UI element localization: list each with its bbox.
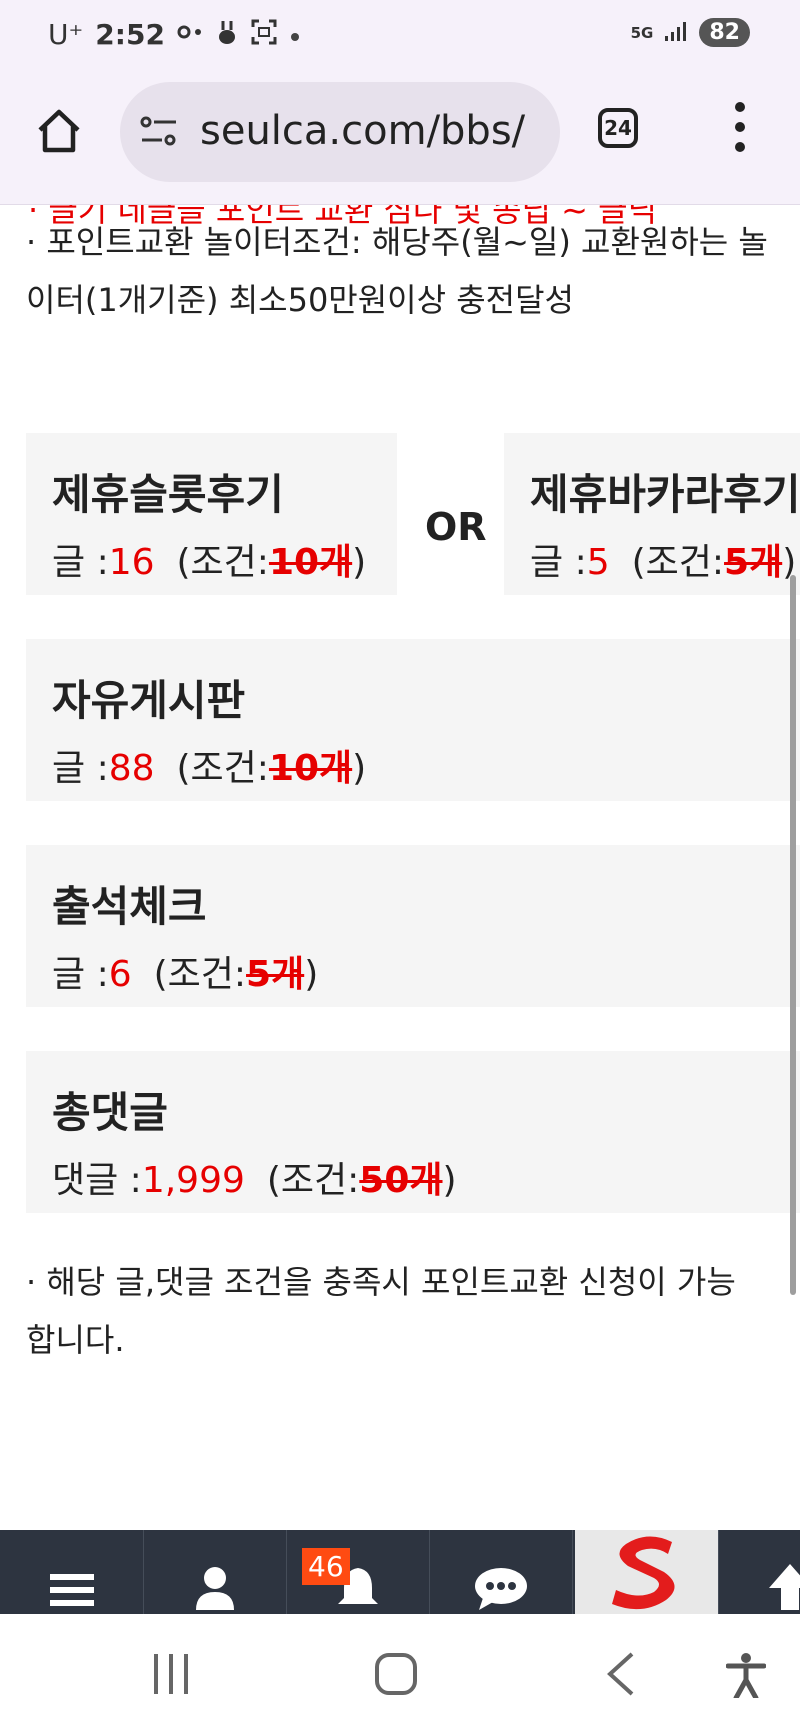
screenshot-icon [251,19,277,51]
browser-toolbar: seulca.com/bbs/ 24 [0,74,800,205]
page-content: · 글기 네글을 포인트 교환 심나 및 송딥 ~ 글닉 · 포인트교환 놀이터… [0,205,800,1530]
condition-close: ) [352,748,367,789]
home-button[interactable] [34,106,84,156]
condition-value: 5개 [246,954,305,995]
status-bar-right: 5G 82 [631,18,750,47]
arrow-up-icon [768,1564,800,1610]
signal-icon [663,20,689,46]
condition-open: (조건: [176,748,269,789]
board-card-total-comments: 총댓글 댓글 :1,999 (조건:50개) [26,1051,800,1213]
carrier-label: U⁺ [48,18,84,51]
count-prefix: 댓글 : [52,1160,142,1201]
tab-count: 24 [604,116,632,140]
home-icon [38,109,80,153]
post-count: 6 [108,954,132,995]
footer-note-line-1: · 해당 글,댓글 조건을 충족시 포인트교환 신청이 가능 [26,1263,736,1301]
profile-button[interactable] [143,1530,287,1614]
condition-close: ) [304,954,319,995]
notification-dot-icon [289,21,301,49]
board-title: 제휴슬롯후기 [52,470,284,519]
exchange-condition-line-2: 이터(1개기준) 최소50만원이상 충전달성 [26,281,574,319]
accessibility-icon [725,1653,767,1701]
condition-value: 50개 [359,1160,443,1201]
board-title: 자유게시판 [52,676,246,725]
menu-icon [49,1574,94,1606]
condition-value: 10개 [268,748,353,789]
user-icon [195,1567,234,1610]
board-title: 총댓글 [52,1088,168,1137]
accessibility-button[interactable] [725,1652,767,1701]
back-chevron-icon [607,1652,634,1696]
footer-note-line-2: 합니다. [26,1321,125,1359]
back-button[interactable] [606,1652,636,1698]
board-count-line: 댓글 :1,999 (조건:50개) [52,1151,457,1203]
board-count-line: 글 :5 (조건:5개) [530,533,796,585]
board-title: 제휴바카라후기 [530,470,800,519]
system-nav-bar [0,1614,800,1734]
condition-close: ) [442,1160,457,1201]
notification-badge: 46 [302,1548,350,1585]
count-prefix: 글 : [530,542,587,583]
board-card-slot-review: 제휴슬롯후기 글 :16 (조건:10개) [26,433,397,595]
or-label: OR [425,505,487,549]
chat-button[interactable] [429,1530,573,1614]
board-count-line: 글 :16 (조건:10개) [52,533,366,585]
address-bar[interactable]: seulca.com/bbs/ [120,82,560,182]
condition-value: 10개 [268,542,353,583]
condition-open: (조건: [153,954,247,995]
condition-open: (조건: [631,542,725,583]
menu-button[interactable] [0,1530,144,1614]
board-card-free-board: 자유게시판 글 :88 (조건:10개) [26,639,800,801]
tab-switcher-button[interactable]: 24 [598,108,638,148]
board-card-baccarat-review: 제휴바카라후기 글 :5 (조건:5개) [504,433,800,595]
site-settings-icon[interactable] [140,114,178,148]
network-5g-label: 5G [630,23,654,42]
condition-close: ) [352,542,367,583]
home-square-icon [375,1653,417,1695]
condition-open: (조건: [266,1160,360,1201]
board-count-line: 글 :88 (조건:10개) [52,739,366,791]
rabbit-icon [217,19,239,51]
more-dot [735,122,745,132]
condition-open: (조건: [176,542,269,583]
more-dot [735,102,745,112]
board-count-line: 글 :6 (조건:5개) [52,945,318,997]
site-bottom-nav: 46 [0,1530,800,1614]
exchange-condition-line-1: · 포인트교환 놀이터조건: 해당주(월~일) 교환원하는 놀 [26,223,768,261]
board-title: 출석체크 [52,882,207,931]
post-count: 16 [108,542,155,583]
count-prefix: 글 : [52,542,109,583]
home-nav-button[interactable] [374,1652,418,1698]
more-dot [735,142,745,152]
board-card-attendance: 출석체크 글 :6 (조건:5개) [26,845,800,1007]
site-logo-icon [611,1536,675,1610]
url-text[interactable]: seulca.com/bbs/ [200,108,545,154]
connection-icon [177,21,205,49]
clock: 2:52 [95,18,165,51]
recent-apps-icon [154,1654,188,1694]
more-menu-button[interactable] [727,102,753,162]
count-prefix: 글 : [52,748,109,789]
comment-count: 1,999 [141,1160,245,1201]
recent-apps-button[interactable] [150,1652,192,1698]
count-prefix: 글 : [52,954,109,995]
post-count: 5 [586,542,610,583]
site-logo[interactable] [575,1530,719,1614]
chat-icon [474,1568,527,1610]
post-count: 88 [108,748,155,789]
status-bar-left: U⁺ 2:52 [48,18,301,51]
battery-level: 82 [699,18,750,47]
status-bar: U⁺ 2:52 5G 82 [0,0,800,74]
condition-value: 5개 [724,542,783,583]
scroll-top-button[interactable] [718,1530,800,1614]
scrollbar[interactable] [790,575,796,1295]
